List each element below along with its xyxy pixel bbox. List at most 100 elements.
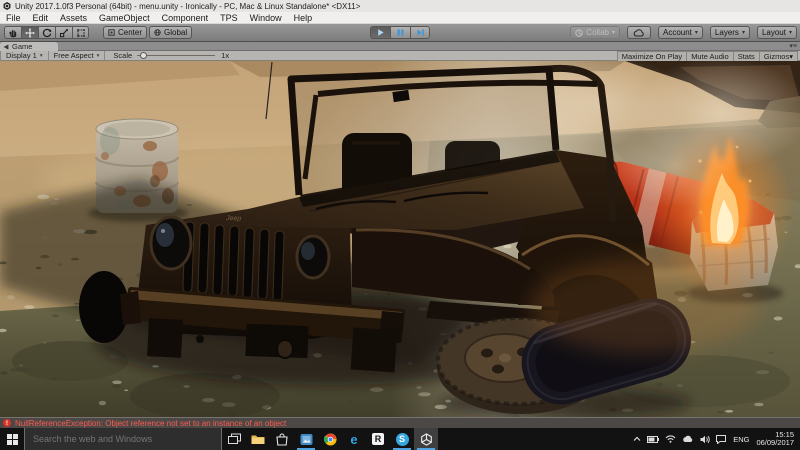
aspect-label: Free Aspect [53, 51, 94, 60]
move-tool-button[interactable] [21, 26, 38, 39]
cloud-services-button[interactable] [627, 26, 651, 39]
skype-button[interactable]: S [390, 428, 414, 450]
play-button[interactable] [370, 26, 390, 39]
onedrive-cloud-icon[interactable] [682, 435, 694, 443]
photos-icon [300, 433, 312, 445]
error-message: NullReferenceException: Object reference… [15, 418, 287, 428]
layers-dropdown[interactable]: Layers ▾ [709, 26, 750, 39]
tray-chevron-icon[interactable] [633, 436, 641, 442]
display-dropdown[interactable]: Display 1 ▾ [0, 50, 49, 61]
stats-button[interactable]: Stats [732, 50, 759, 62]
console-status-bar[interactable]: ! NullReferenceException: Object referen… [0, 417, 800, 428]
collab-label: Collab [586, 28, 609, 37]
store-bag-icon [276, 432, 288, 446]
scale-control: Scale 1x [113, 51, 229, 60]
windows-logo-icon [6, 433, 18, 445]
fire-glow-ground [530, 258, 760, 354]
chrome-button[interactable] [318, 428, 342, 450]
scale-slider[interactable] [137, 52, 216, 59]
skype-icon: S [395, 432, 409, 446]
menu-assets[interactable]: Assets [54, 12, 93, 24]
maximize-on-play-button[interactable]: Maximize On Play [616, 50, 687, 62]
layers-label: Layers [714, 28, 739, 37]
play-controls [370, 26, 430, 39]
rect-tool-button[interactable] [72, 26, 89, 39]
unity-logo-icon [420, 432, 432, 446]
scale-label: Scale [113, 51, 133, 60]
store-button[interactable] [270, 428, 294, 450]
language-indicator[interactable]: ENG [733, 435, 749, 444]
step-button[interactable] [410, 26, 430, 39]
game-render: Jeep [0, 61, 800, 417]
taskbar-search[interactable] [24, 428, 222, 450]
scale-slider-knob[interactable] [140, 52, 148, 59]
edge-icon: e [350, 431, 358, 447]
menu-component[interactable]: Component [156, 12, 215, 24]
space-button[interactable]: Global [149, 26, 193, 39]
account-dropdown[interactable]: Account ▾ [658, 26, 703, 39]
menu-help[interactable]: Help [288, 12, 319, 24]
collab-icon [575, 28, 583, 37]
action-center-icon[interactable] [716, 434, 727, 444]
game-view-toolbar: Display 1 ▾ Free Aspect ▾ Scale 1x Maximiz… [0, 50, 800, 62]
menu-gameobject[interactable]: GameObject [93, 12, 156, 24]
pivot-space-group: Center Global [103, 26, 193, 39]
window-title: Unity 2017.1.0f3 Personal (64bit) - menu… [15, 1, 361, 11]
pivot-icon [108, 29, 115, 36]
error-icon: ! [3, 419, 11, 427]
edge-button[interactable]: e [342, 428, 366, 450]
step-icon [416, 29, 424, 36]
transform-tools [4, 26, 89, 39]
battery-icon[interactable] [647, 435, 660, 443]
rect-transform-icon [76, 28, 85, 37]
wifi-icon[interactable] [665, 435, 676, 443]
aspect-dropdown[interactable]: Free Aspect ▾ [49, 50, 106, 61]
scale-tool-button[interactable] [55, 26, 72, 39]
game-tab-icon [3, 43, 9, 50]
file-explorer-button[interactable] [246, 428, 270, 450]
rotate-icon [42, 28, 52, 37]
menu-window[interactable]: Window [244, 12, 288, 24]
system-tray: ENG 15:15 06/09/2017 [630, 428, 800, 450]
pause-button[interactable] [390, 26, 410, 39]
unity-app-icon [3, 2, 11, 10]
start-button[interactable] [0, 428, 24, 450]
scale-icon [60, 28, 68, 37]
unity-toolbar: Center Global Collab ▾ Account ▾ Layers … [0, 24, 800, 42]
menu-file[interactable]: File [0, 12, 27, 24]
space-label: Global [164, 28, 188, 37]
collab-button[interactable]: Collab ▾ [570, 26, 620, 39]
photos-app-button[interactable] [294, 428, 318, 450]
gizmos-dropdown[interactable]: Gizmos ▾ [758, 50, 798, 62]
game-viewport[interactable]: Jeep [0, 61, 800, 417]
task-view-button[interactable] [222, 428, 246, 450]
layout-label: Layout [761, 28, 786, 37]
task-view-icon [227, 433, 241, 444]
scale-value: 1x [221, 51, 230, 60]
menu-edit[interactable]: Edit [27, 12, 55, 24]
volume-icon[interactable] [700, 435, 710, 444]
menu-bar: File Edit Assets GameObject Component TP… [0, 12, 800, 24]
globe-icon [154, 29, 161, 36]
layout-dropdown[interactable]: Layout ▾ [756, 26, 797, 39]
search-input[interactable] [25, 434, 221, 444]
hand-icon [9, 29, 17, 37]
jeep-badge: Jeep [225, 215, 242, 223]
fog-light [276, 339, 294, 359]
r-app-button[interactable]: R [366, 428, 390, 450]
cloud-icon [633, 28, 644, 36]
mute-audio-button[interactable]: Mute Audio [686, 50, 733, 62]
game-view-right-buttons: Maximize On Play Mute Audio Stats Gizmos… [616, 50, 798, 62]
clock[interactable]: 15:15 06/09/2017 [756, 430, 794, 448]
chrome-icon [323, 432, 337, 446]
account-label: Account [663, 28, 692, 37]
menu-tps[interactable]: TPS [214, 12, 244, 24]
play-icon [378, 29, 384, 36]
unity-taskbar-button[interactable] [414, 428, 438, 450]
hand-tool-button[interactable] [4, 26, 21, 39]
move-icon [25, 27, 35, 38]
pivot-label: Center [118, 28, 143, 37]
r-app-icon: R [372, 433, 384, 445]
rotate-tool-button[interactable] [38, 26, 55, 39]
pivot-button[interactable]: Center [103, 26, 148, 39]
